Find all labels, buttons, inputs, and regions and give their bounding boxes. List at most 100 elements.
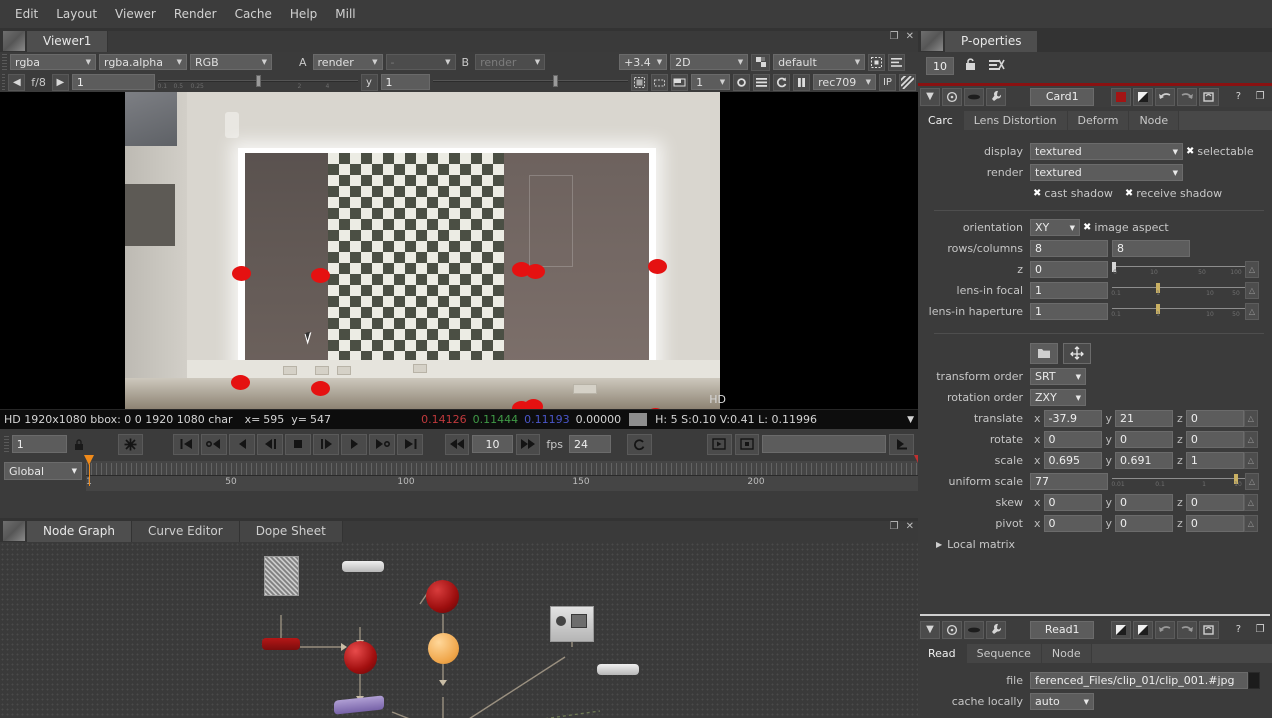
channel-alpha-dropdown[interactable]: rgba.alpha ▼: [99, 54, 187, 70]
corner-pin-point[interactable]: [648, 259, 667, 274]
redo-icon[interactable]: [1177, 620, 1197, 639]
viewer-lut-dropdown[interactable]: rec709 ▼: [813, 74, 876, 90]
gamma-input[interactable]: 1: [380, 74, 431, 90]
pivot-y-input[interactable]: 0: [1115, 515, 1174, 532]
cache-locally-dropdown[interactable]: auto ▼: [1030, 693, 1094, 710]
corner-pin-point[interactable]: [311, 268, 330, 283]
lock-panels-icon[interactable]: [963, 57, 979, 75]
region-of-interest-icon[interactable]: [868, 53, 886, 71]
display-channel-dropdown[interactable]: RGB ▼: [190, 54, 272, 70]
revert-icon[interactable]: [1198, 87, 1219, 106]
input-b-dropdown[interactable]: render ▼: [475, 54, 546, 70]
last-frame-button[interactable]: [397, 433, 424, 455]
menu-item-layout[interactable]: Layout: [47, 4, 106, 24]
wipe-icon[interactable]: [631, 73, 649, 91]
node-sphere-red-b[interactable]: [426, 580, 459, 613]
invert-icon[interactable]: [1111, 620, 1132, 639]
mask-icon[interactable]: [963, 620, 984, 639]
proxy-toggle-icon[interactable]: [751, 53, 771, 71]
node-sphere-orange[interactable]: [428, 633, 459, 664]
first-frame-button[interactable]: [173, 433, 200, 455]
corner-pin-point[interactable]: [232, 266, 251, 281]
float-panel-icon[interactable]: ❐: [890, 31, 899, 42]
read1-node-name[interactable]: Read1: [1030, 620, 1095, 639]
tab-sequence[interactable]: Sequence: [966, 644, 1041, 663]
gain-dropdown[interactable]: +3.4 ▼: [619, 54, 668, 70]
lens-in-focal-slider[interactable]: 0.1 1 10 50: [1111, 282, 1245, 299]
z-slider[interactable]: 0 10 50 100: [1112, 261, 1245, 278]
scale-x-input[interactable]: 0.695: [1043, 452, 1102, 469]
node-camera[interactable]: [550, 606, 594, 642]
ip-toggle-button[interactable]: IP: [878, 73, 896, 91]
step-forward-button[interactable]: [313, 433, 340, 455]
lens-in-haperture-input[interactable]: 1: [1030, 303, 1108, 320]
max-panels-input[interactable]: 10: [926, 57, 954, 75]
menu-item-viewer[interactable]: Viewer: [106, 4, 165, 24]
tab-node[interactable]: Node: [1041, 644, 1091, 663]
timeline-range-input[interactable]: [762, 435, 887, 453]
frame-increment-input[interactable]: 10: [472, 435, 513, 453]
file-input[interactable]: ferenced_Files/clip_01/clip_001.#jpg: [1030, 672, 1248, 689]
translate-y-input[interactable]: 21: [1115, 410, 1174, 427]
uniform-scale-slider[interactable]: 0.01 0.1 1 10: [1111, 473, 1245, 490]
fps-input[interactable]: 24: [569, 435, 612, 453]
skew-x-input[interactable]: 0: [1043, 494, 1102, 511]
node-graph-canvas[interactable]: [0, 542, 918, 718]
gamma-toggle-button[interactable]: y: [360, 73, 378, 91]
bookmark-button[interactable]: [889, 433, 914, 455]
downrez-dropdown[interactable]: 1 ▼: [691, 74, 731, 90]
wrench-icon[interactable]: [985, 620, 1006, 639]
pivot-z-input[interactable]: 0: [1185, 515, 1244, 532]
skew-z-input[interactable]: 0: [1185, 494, 1244, 511]
rotate-x-input[interactable]: 0: [1043, 431, 1102, 448]
loop-button[interactable]: [626, 433, 652, 455]
cast-shadow-checkbox[interactable]: ✖: [1030, 188, 1044, 199]
channel-list-icon[interactable]: [753, 73, 771, 91]
rotate-z-input[interactable]: 0: [1185, 431, 1244, 448]
viewer-image-canvas[interactable]: HD: [0, 92, 918, 409]
pivot-x-input[interactable]: 0: [1043, 515, 1102, 532]
image-aspect-checkbox[interactable]: ✖: [1080, 222, 1094, 233]
settings-gear-icon[interactable]: [733, 73, 751, 91]
corner-pin-point[interactable]: [524, 399, 543, 409]
tab-node[interactable]: Node: [1129, 111, 1179, 130]
play-forward-button[interactable]: [341, 433, 368, 455]
skew-y-input[interactable]: 0: [1115, 494, 1174, 511]
exposure-slider[interactable]: 0.1 0.5 0.25 24: [157, 74, 358, 90]
float-panel-icon[interactable]: ❐: [890, 521, 899, 532]
viewer-layout-icon[interactable]: [888, 53, 906, 71]
current-frame-input[interactable]: 1: [11, 435, 68, 453]
node-sphere-red-a[interactable]: [344, 641, 377, 674]
receive-shadow-checkbox[interactable]: ✖: [1122, 188, 1136, 199]
display-dropdown[interactable]: textured ▼: [1030, 143, 1183, 160]
translate-z-input[interactable]: 0: [1185, 410, 1244, 427]
tab-card[interactable]: Carc: [918, 111, 963, 130]
tab-lens-distortion[interactable]: Lens Distortion: [963, 111, 1067, 130]
undo-icon[interactable]: [1155, 620, 1176, 639]
tab-node-graph[interactable]: Node Graph: [27, 521, 131, 542]
zoom-increase-icon[interactable]: ▶: [51, 73, 69, 91]
invert-icon[interactable]: [1133, 620, 1154, 639]
status-expand-icon[interactable]: ▼: [907, 415, 914, 425]
invert-icon[interactable]: [1133, 87, 1154, 106]
node-bar-red-left[interactable]: [262, 638, 300, 650]
card1-node-name[interactable]: Card1: [1030, 87, 1095, 106]
render-dropdown[interactable]: textured ▼: [1030, 164, 1183, 181]
node-color-icon[interactable]: [1111, 87, 1132, 106]
rotate-y-input[interactable]: 0: [1115, 431, 1174, 448]
record-button[interactable]: [734, 433, 760, 455]
node-bar-light-top[interactable]: [342, 561, 384, 572]
expand-arrow-icon[interactable]: ▶: [936, 540, 947, 549]
file-browse-button[interactable]: [1248, 672, 1260, 689]
help-icon[interactable]: ?: [1228, 621, 1248, 639]
transform-axis-icon[interactable]: [1063, 342, 1091, 364]
panel-grip-icon[interactable]: [921, 31, 943, 51]
fullframe-icon[interactable]: [671, 73, 689, 91]
zoom-decrease-icon[interactable]: ◀: [8, 73, 26, 91]
next-keyframe-button[interactable]: [369, 433, 396, 455]
skip-forward-button[interactable]: [515, 433, 541, 455]
play-range-button[interactable]: [706, 433, 732, 455]
menu-item-edit[interactable]: Edit: [6, 4, 47, 24]
refresh-icon[interactable]: [773, 73, 791, 91]
orientation-dropdown[interactable]: XY ▼: [1030, 219, 1080, 236]
